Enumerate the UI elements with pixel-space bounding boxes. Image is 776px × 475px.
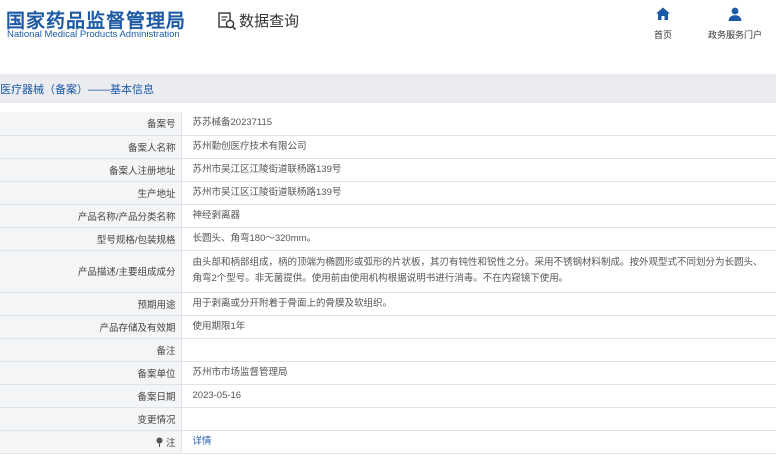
nav-home[interactable]: 首页 [648, 6, 678, 41]
table-row: 变更情况 [0, 407, 776, 431]
field-value: 用于剥离或分开附着于骨面上的骨膜及软组织。 [181, 292, 776, 316]
table-row: 备案单位 苏州市市场监督管理局 [0, 361, 776, 385]
user-icon [728, 7, 742, 21]
field-label-text: 型号规格/包装规格 [96, 234, 176, 246]
table-row: 备案人名称 苏州勤创医疗技术有限公司 [0, 135, 776, 159]
field-value: 2023-05-16 [181, 384, 776, 408]
field-value-text: 苏苏械备20237115 [192, 117, 273, 129]
field-value: 详情 [181, 430, 776, 454]
table-row: 备注 [0, 338, 776, 362]
field-value-text: 苏州市吴江区江陵街道联杨路139号 [192, 186, 342, 198]
field-label-text: 变更情况 [137, 414, 176, 426]
field-label-text: 产品名称/产品分类名称 [77, 211, 176, 223]
record-detail-table: 备案号 苏苏械备20237115 备案人名称 苏州勤创医疗技术有限公司 备案人注册地址苏… [0, 112, 776, 454]
field-label: 生产地址 [0, 181, 182, 205]
field-label-text: 备案单位 [137, 368, 176, 380]
field-label-text: 备注 [156, 345, 176, 357]
details-link[interactable]: 详情 [193, 436, 212, 447]
field-value-text: 苏州市市场监督管理局 [192, 366, 288, 378]
field-value-text: 长圆头、角弯180～320mm。 [192, 232, 317, 244]
field-value: 苏州市市场监督管理局 [181, 361, 776, 385]
data-query-icon [218, 11, 237, 30]
home-icon [656, 7, 670, 20]
data-query-label: 数据查询 [239, 13, 300, 30]
nav-services-label: 政务服务门户 [707, 30, 762, 40]
field-value: 长圆头、角弯180～320mm。 [181, 227, 776, 251]
field-label: 注 [0, 430, 182, 454]
table-row: 预期用途 用于剥离或分开附着于骨面上的骨膜及软组织。 [0, 292, 776, 316]
field-label: 备案人名称 [0, 135, 182, 159]
field-label-text: 生产地址 [137, 188, 176, 200]
field-value [181, 338, 776, 362]
field-label-text: 备案人名称 [127, 142, 176, 154]
site-header: 国家药品监督管理局 National Medical Products Admi… [0, 0, 776, 62]
field-label: 备案单位 [0, 361, 182, 385]
field-value-text: 苏州市吴江区江陵街道联杨路139号 [192, 163, 342, 175]
table-row: 产品存储及有效期 使用期限1年 [0, 315, 776, 339]
table-row: 备案人注册地址 苏州市吴江区江陵街道联杨路139号 [0, 158, 776, 182]
table-row: 产品描述/主要组成成分 由头部和柄部组成，柄的顶端为椭圆形或弧形的片状板，其刃有钝… [0, 250, 776, 293]
section-header: 医疗器械（备案）——基本信息 [0, 74, 776, 103]
field-value: 由头部和柄部组成，柄的顶端为椭圆形或弧形的片状板，其刃有钝性和锐性之分。采用不锈… [181, 250, 776, 293]
field-label-text: 产品描述/主要组成成分 [77, 267, 176, 278]
field-label: 产品存储及有效期 [0, 315, 182, 339]
field-value: 使用期限1年 [181, 315, 776, 339]
field-value: 苏州市吴江区江陵街道联杨路139号 [181, 158, 776, 182]
field-label-text: 注 [165, 437, 176, 449]
field-label-text: 备案号 [146, 119, 176, 131]
site-logo-en[interactable]: National Medical Products Administration [7, 29, 180, 40]
field-value-text: 由头部和柄部组成，柄的顶端为椭圆形或弧形的片状板，其刃有钝性和锐性之分。采用不锈… [192, 257, 763, 284]
field-label: 变更情况 [0, 407, 182, 431]
nav-services-portal[interactable]: 政务服务门户 [700, 6, 770, 41]
field-value-text: 神经剥离器 [192, 209, 241, 221]
field-label: 备案日期 [0, 384, 182, 408]
field-label-text: 产品存储及有效期 [99, 322, 176, 334]
field-label: 产品名称/产品分类名称 [0, 204, 182, 228]
table-row: 备案号 苏苏械备20237115 [0, 112, 776, 136]
section-title: 医疗器械（备案）——基本信息 [0, 84, 154, 96]
field-label: 备注 [0, 338, 182, 362]
field-label: 预期用途 [0, 292, 182, 316]
field-value: 苏州市吴江区江陵街道联杨路139号 [181, 181, 776, 205]
field-label: 型号规格/包装规格 [0, 227, 182, 251]
field-value-text: 用于剥离或分开附着于骨面上的骨膜及软组织。 [192, 297, 393, 309]
pin-icon [156, 437, 163, 447]
table-row: 型号规格/包装规格 长圆头、角弯180～320mm。 [0, 227, 776, 251]
data-query-link[interactable]: 数据查询 [217, 10, 299, 31]
field-value: 苏苏械备20237115 [181, 112, 776, 136]
field-value-text: 使用期限1年 [192, 320, 246, 332]
field-value: 苏州勤创医疗技术有限公司 [181, 135, 776, 159]
field-label-text: 备案人注册地址 [108, 165, 176, 177]
field-label-text: 备案日期 [137, 391, 176, 403]
nav-home-label: 首页 [653, 30, 672, 40]
field-label: 备案号 [0, 112, 182, 136]
field-value-text: 2023-05-16 [192, 389, 242, 401]
table-row: 生产地址 苏州市吴江区江陵街道联杨路139号 [0, 181, 776, 205]
table-row: 注 详情 [0, 430, 776, 454]
field-value-text: 苏州勤创医疗技术有限公司 [192, 140, 307, 152]
field-label: 产品描述/主要组成成分 [0, 250, 182, 293]
field-value [181, 407, 776, 431]
field-label: 备案人注册地址 [0, 158, 182, 182]
table-row: 备案日期 2023-05-16 [0, 384, 776, 408]
field-value: 神经剥离器 [181, 204, 776, 228]
field-label-text: 预期用途 [137, 299, 176, 311]
table-row: 产品名称/产品分类名称 神经剥离器 [0, 204, 776, 228]
